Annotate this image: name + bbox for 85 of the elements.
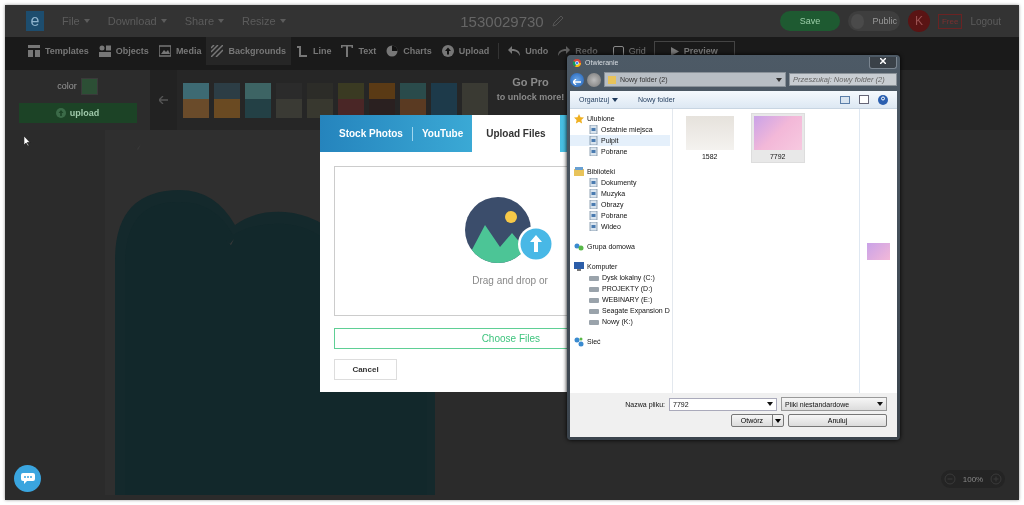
zoom-value: 100% [962, 474, 984, 484]
panel-icon[interactable] [859, 95, 869, 104]
drop-zone[interactable]: Drag and drop or [334, 166, 567, 316]
public-toggle[interactable]: Public [847, 11, 900, 31]
template-thumbnail[interactable] [369, 82, 395, 118]
tab[interactable]: Stock Photos [330, 115, 412, 152]
caret-icon [83, 19, 90, 23]
tool-button[interactable]: Text [336, 37, 382, 65]
folder-icon [589, 200, 598, 209]
tab[interactable]: Upload Files [472, 115, 560, 152]
tool-icon [98, 45, 111, 57]
caret-icon [775, 418, 781, 423]
chat-icon [20, 473, 35, 484]
view-icon[interactable] [840, 95, 850, 104]
app-logo[interactable]: e [26, 11, 44, 31]
cursor-icon [24, 136, 31, 146]
grid-label: Grid [628, 46, 646, 56]
computer-icon [574, 261, 584, 272]
upload-button[interactable]: upload [18, 102, 137, 123]
caret-icon [767, 402, 773, 406]
back-button[interactable] [570, 72, 584, 87]
folder-icon [589, 211, 598, 220]
browser-icon [573, 58, 581, 67]
save-button[interactable]: Save [779, 11, 840, 31]
redo-icon [558, 46, 571, 56]
folder-icon [589, 189, 598, 198]
preview-placeholder [867, 242, 890, 260]
tool-icon [295, 45, 308, 57]
folder-icon [589, 136, 598, 145]
left-arrow-icon[interactable] [159, 96, 168, 104]
left-arrow-icon [573, 78, 581, 85]
template-thumbnail[interactable] [307, 82, 333, 118]
tool-icon [341, 45, 354, 57]
close-icon [880, 58, 886, 64]
tool-button[interactable]: Charts [381, 37, 437, 65]
caret-icon [611, 97, 618, 102]
caret-icon [218, 19, 224, 23]
tool-icon [211, 45, 224, 57]
people-icon [574, 241, 584, 252]
caret-icon [160, 19, 167, 23]
template-thumbnail[interactable] [214, 82, 240, 118]
caret-icon [279, 19, 286, 23]
caret-icon [877, 402, 883, 406]
color-swatch[interactable] [80, 77, 98, 95]
folder-icon [608, 75, 616, 84]
tool-button[interactable]: Templates [23, 37, 94, 65]
play-icon [670, 46, 679, 56]
plan-badge: Free [937, 13, 963, 29]
go-pro-title: Go Pro [512, 76, 549, 88]
tool-icon [158, 45, 171, 57]
network-icon [574, 336, 584, 347]
tool-icon [28, 45, 40, 57]
folder-icon [589, 125, 598, 134]
chat-button[interactable] [14, 465, 41, 492]
photo-placeholder [685, 116, 734, 150]
template-thumbnail[interactable] [338, 82, 364, 118]
undo-icon [508, 46, 521, 56]
forward-button[interactable] [587, 72, 601, 87]
template-thumbnail[interactable] [462, 82, 488, 118]
template-thumbnail[interactable] [400, 82, 426, 118]
photo-placeholder [753, 116, 802, 150]
color-label: color [57, 81, 77, 91]
upload-icon [55, 107, 66, 118]
help-icon[interactable] [878, 94, 888, 105]
undo-button[interactable]: Undo [503, 37, 554, 65]
caret-icon [776, 77, 782, 82]
star-icon [574, 113, 584, 124]
template-thumbnail[interactable] [431, 82, 457, 118]
folder-icon [589, 178, 598, 187]
cancel-button[interactable]: Cancel [334, 359, 397, 380]
tool-button[interactable]: Objects [93, 37, 154, 65]
go-pro-subtitle: to unlock more! [496, 92, 565, 102]
tool-button[interactable]: Media [153, 37, 207, 65]
tool-button[interactable]: Upload [436, 37, 495, 65]
template-thumbnail[interactable] [183, 82, 209, 118]
tool-button[interactable]: Line [290, 37, 337, 65]
drop-hint: Drag and drop or [472, 274, 548, 286]
library-icon [574, 166, 584, 177]
close-button[interactable] [869, 56, 897, 69]
template-thumbnail[interactable] [245, 82, 271, 118]
folder-icon [589, 147, 598, 156]
folder-icon [589, 222, 598, 231]
tool-icon [441, 45, 454, 57]
image-upload-icon [465, 196, 555, 263]
tool-icon [386, 45, 399, 57]
